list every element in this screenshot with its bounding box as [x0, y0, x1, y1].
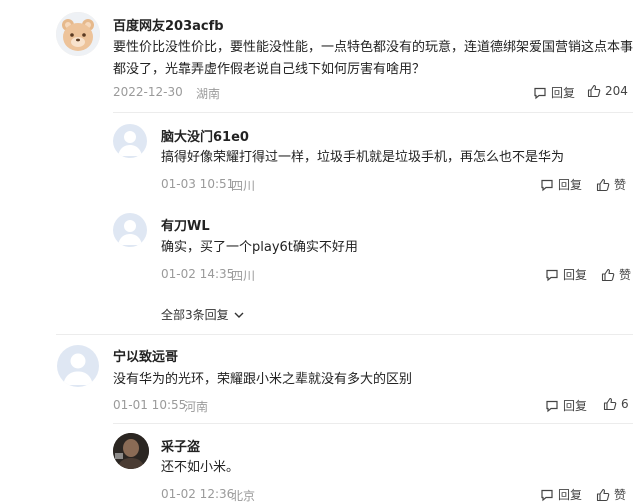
divider — [113, 423, 633, 424]
avatar[interactable] — [57, 345, 99, 387]
divider — [113, 112, 633, 113]
reply-label: 回复 — [563, 399, 588, 413]
reply-icon — [546, 269, 558, 281]
dark-photo-avatar-icon — [113, 433, 149, 469]
reply-username[interactable]: 有刀WL — [161, 215, 210, 234]
reply-text: 搞得好像荣耀打得过一样，垃圾手机就是垃圾手机，再怎么也不是华为 — [161, 150, 565, 165]
comment-date: 01-01 10:55 — [113, 398, 187, 412]
reply-icon — [541, 179, 553, 191]
comment-username[interactable]: 百度网友203acfb — [113, 15, 224, 34]
like-count: 赞 — [614, 488, 627, 502]
reply-button[interactable]: 回复 — [540, 176, 582, 193]
like-button[interactable]: 赞 — [596, 486, 626, 503]
like-count: 204 — [605, 84, 628, 98]
thumbs-up-icon — [596, 178, 610, 191]
like-button[interactable]: 204 — [587, 84, 628, 98]
comment-text: 要性价比没性价比，要性能没性能，一点特色都没有的玩意，连道德绑架爱国营销这点本事… — [113, 40, 634, 77]
reply-button[interactable]: 回复 — [540, 486, 582, 503]
default-avatar-icon — [63, 353, 93, 385]
reply-label: 回复 — [558, 488, 583, 502]
reply-text: 确实，买了一个play6t确实不好用 — [161, 240, 358, 255]
all-replies-label: 全部3条回复 — [161, 308, 229, 322]
thumbs-up-icon — [603, 397, 617, 411]
avatar[interactable] — [113, 124, 147, 158]
like-count: 赞 — [614, 178, 627, 192]
thumbs-up-icon — [601, 268, 615, 281]
thumbs-up-icon — [596, 488, 610, 501]
avatar[interactable] — [113, 433, 149, 469]
chevron-down-icon — [234, 312, 244, 318]
thumbs-up-icon — [587, 84, 601, 98]
comment-location: 湖南 — [196, 87, 221, 101]
reply-username[interactable]: 采子盗 — [161, 436, 200, 455]
default-avatar-icon — [118, 131, 142, 156]
comment-username[interactable]: 宁以致远哥 — [113, 346, 178, 365]
reply-label: 回复 — [551, 86, 576, 100]
bear-avatar-icon — [56, 12, 100, 56]
like-count: 6 — [621, 397, 629, 411]
reply-icon — [546, 400, 558, 412]
divider — [56, 334, 633, 335]
avatar[interactable] — [56, 12, 100, 56]
avatar[interactable] — [113, 213, 147, 247]
like-count: 赞 — [619, 268, 632, 282]
comment-text: 没有华为的光环，荣耀跟小米之辈就没有多大的区别 — [113, 372, 413, 387]
like-button[interactable]: 6 — [603, 397, 629, 411]
reply-button[interactable]: 回复 — [545, 397, 587, 414]
reply-text: 还不如小米。 — [161, 460, 240, 475]
reply-username[interactable]: 脑大没门61e0 — [161, 126, 249, 145]
like-button[interactable]: 赞 — [596, 176, 626, 193]
reply-label: 回复 — [558, 178, 583, 192]
reply-icon — [534, 87, 546, 99]
reply-date: 01-02 14:35 — [161, 267, 235, 281]
reply-location: 北京 — [231, 489, 256, 503]
like-button[interactable]: 赞 — [601, 266, 631, 283]
comment-date: 2022-12-30 — [113, 85, 183, 99]
reply-date: 01-03 10:51 — [161, 177, 235, 191]
default-avatar-icon — [118, 220, 142, 245]
reply-icon — [541, 489, 553, 501]
comment-location: 河南 — [184, 400, 209, 414]
reply-button[interactable]: 回复 — [545, 266, 587, 283]
reply-location: 四川 — [231, 179, 256, 193]
all-replies-toggle[interactable]: 全部3条回复 — [161, 306, 245, 323]
reply-date: 01-02 12:36 — [161, 487, 235, 501]
reply-location: 四川 — [231, 269, 256, 283]
reply-label: 回复 — [563, 268, 588, 282]
reply-button[interactable]: 回复 — [533, 84, 575, 101]
